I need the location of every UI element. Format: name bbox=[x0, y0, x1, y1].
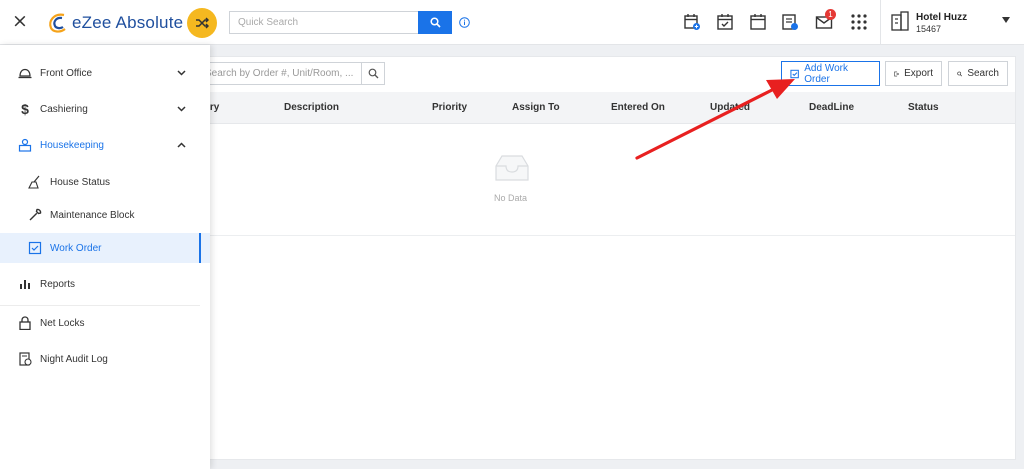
sidebar-item-label: Work Order bbox=[50, 242, 102, 254]
audit-icon bbox=[19, 352, 32, 366]
broom-icon bbox=[28, 175, 40, 189]
mail-badge: 1 bbox=[825, 9, 836, 20]
hotel-name[interactable]: Hotel Huzz bbox=[916, 12, 967, 23]
search-icon bbox=[429, 17, 441, 28]
export-button[interactable]: Export bbox=[885, 61, 942, 86]
notes-icon[interactable] bbox=[781, 13, 799, 31]
ezee-logo-icon bbox=[49, 13, 66, 33]
chevron-up-icon bbox=[177, 142, 186, 148]
bell-icon bbox=[18, 68, 32, 79]
search-icon bbox=[957, 71, 963, 76]
sidebar-item-front-office[interactable]: Front Office bbox=[0, 58, 210, 88]
search-label: Search bbox=[967, 68, 999, 79]
sidebar-item-housekeeping[interactable]: Housekeeping bbox=[0, 130, 210, 160]
dollar-icon: $ bbox=[21, 101, 29, 117]
work-order-filter-input[interactable] bbox=[196, 62, 361, 85]
chevron-down-icon bbox=[177, 70, 186, 76]
calendar-add-icon[interactable] bbox=[683, 13, 701, 31]
wrench-icon bbox=[29, 208, 42, 221]
empty-state-text: No Data bbox=[494, 193, 528, 203]
checkbox-icon bbox=[28, 241, 42, 255]
apps-grid-icon[interactable] bbox=[850, 13, 868, 31]
sidebar-item-maintenance-block[interactable]: Maintenance Block bbox=[0, 200, 210, 230]
shuffle-button[interactable] bbox=[187, 8, 217, 38]
sidebar-item-label: Net Locks bbox=[40, 317, 85, 329]
filter-search-button[interactable] bbox=[361, 62, 385, 85]
export-icon bbox=[894, 71, 899, 76]
sidebar-item-net-locks[interactable]: Net Locks bbox=[0, 308, 210, 338]
app-logo[interactable]: eZee Absolute bbox=[46, 10, 183, 36]
caret-down-icon[interactable] bbox=[1002, 17, 1010, 23]
calendar-check-icon[interactable] bbox=[716, 13, 734, 31]
housekeeping-icon bbox=[18, 138, 32, 152]
sidebar-item-label: House Status bbox=[50, 176, 111, 188]
hotel-code: 15467 bbox=[916, 24, 942, 34]
sidebar-item-house-status[interactable]: House Status bbox=[0, 167, 210, 197]
column-header-priority[interactable]: Priority bbox=[432, 102, 467, 113]
info-icon[interactable] bbox=[459, 17, 470, 28]
table-header: Category Description Priority Assign To … bbox=[176, 92, 1015, 124]
column-header-deadline[interactable]: DeadLine bbox=[809, 102, 854, 113]
quick-search-input[interactable] bbox=[229, 11, 419, 34]
chevron-down-icon bbox=[177, 106, 186, 112]
annotation-arrow bbox=[635, 79, 795, 160]
column-header-assign-to[interactable]: Assign To bbox=[512, 102, 560, 113]
sidebar-item-label: Cashiering bbox=[40, 103, 88, 115]
sidebar-item-work-order[interactable]: Work Order bbox=[0, 233, 210, 263]
hotel-building-icon bbox=[891, 11, 909, 31]
table-divider bbox=[191, 235, 1015, 236]
sidebar-item-reports[interactable]: Reports bbox=[0, 269, 210, 299]
sidebar-item-cashiering[interactable]: $ Cashiering bbox=[0, 94, 210, 124]
sidebar-item-label: Front Office bbox=[40, 67, 93, 79]
column-header-status[interactable]: Status bbox=[908, 102, 939, 113]
quick-search-button[interactable] bbox=[418, 11, 452, 34]
empty-inbox-icon bbox=[495, 155, 529, 181]
lock-icon bbox=[19, 316, 31, 330]
app-name: eZee Absolute bbox=[72, 13, 184, 32]
search-icon bbox=[368, 68, 378, 79]
hotel-divider bbox=[880, 0, 881, 45]
calendar-icon[interactable] bbox=[749, 13, 767, 31]
sidebar-divider bbox=[0, 305, 200, 306]
shuffle-icon bbox=[196, 17, 209, 29]
sidebar: Front Office $ Cashiering Housekeeping H… bbox=[0, 45, 210, 469]
selected-indicator bbox=[199, 233, 201, 263]
search-button[interactable]: Search bbox=[948, 61, 1008, 86]
sidebar-item-label: Reports bbox=[40, 278, 76, 290]
sidebar-item-label: Maintenance Block bbox=[50, 209, 135, 221]
column-header-description[interactable]: Description bbox=[284, 102, 339, 113]
bar-chart-icon bbox=[20, 280, 30, 289]
sidebar-item-night-audit-log[interactable]: Night Audit Log bbox=[0, 344, 210, 374]
close-menu-button[interactable]: × bbox=[10, 11, 30, 31]
top-bar: × eZee Absolute Quick Search 1 Hotel Huz… bbox=[0, 0, 1024, 45]
export-label: Export bbox=[904, 68, 933, 79]
sidebar-item-label: Housekeeping bbox=[40, 139, 104, 151]
sidebar-item-label: Night Audit Log bbox=[40, 353, 108, 365]
add-work-order-label: Add Work Order bbox=[804, 62, 848, 85]
